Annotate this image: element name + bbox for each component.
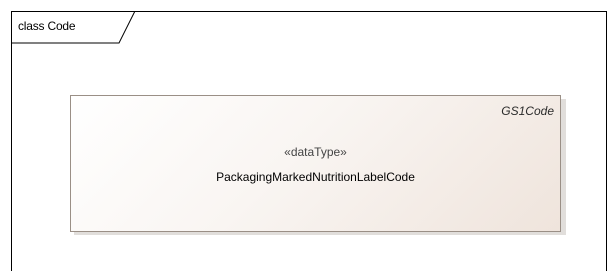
class-stereotype: «dataType» — [284, 145, 347, 159]
class-name: PackagingMarkedNutritionLabelCode — [216, 170, 415, 184]
class-tag: GS1Code — [501, 104, 554, 118]
diagram-frame-label: class Code — [18, 19, 76, 33]
class-box[interactable]: GS1Code «dataType» PackagingMarkedNutrit… — [70, 95, 561, 232]
